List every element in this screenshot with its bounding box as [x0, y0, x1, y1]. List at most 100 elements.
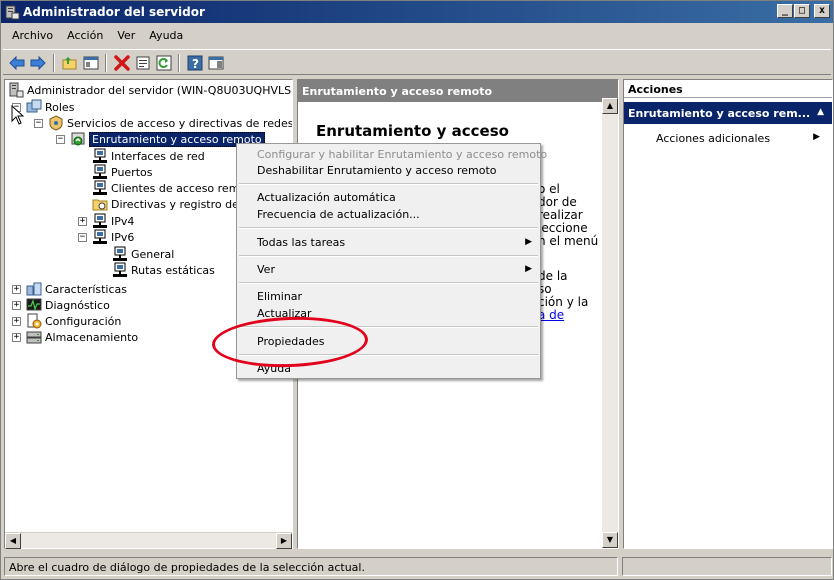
actions-more[interactable]: Acciones adicionales	[656, 132, 770, 145]
collapse-toggle[interactable]: −	[34, 119, 43, 128]
tree-label: Puertos	[111, 165, 153, 179]
expand-toggle[interactable]: +	[12, 333, 21, 342]
tree-label: Configuración	[45, 314, 122, 328]
tree-label: Roles	[45, 100, 75, 114]
ctx-disable[interactable]: Deshabilitar Enrutamiento y acceso remot…	[257, 162, 497, 179]
console-tree-icon	[83, 56, 99, 70]
tree-item-static-routes[interactable]: Rutas estáticas	[112, 262, 215, 278]
tree-label: Interfaces de red	[111, 149, 205, 163]
tree-label: Características	[45, 282, 128, 296]
delete-x-icon	[114, 55, 130, 71]
tree-item-ports[interactable]: Puertos	[92, 164, 152, 180]
ctx-update-frequency[interactable]: Frecuencia de actualización...	[257, 206, 420, 223]
scroll-down-button[interactable]: ▼	[602, 532, 618, 548]
tree-item-interfaces[interactable]: Interfaces de red	[92, 148, 205, 164]
refresh-icon	[156, 55, 172, 71]
tree-item-diagnostics[interactable]: Diagnóstico	[26, 297, 110, 313]
help-link[interactable]: a de	[538, 308, 564, 322]
expand-toggle[interactable]: +	[12, 285, 21, 294]
tree-item-policies[interactable]: Directivas y registro de a	[92, 196, 249, 212]
tree-label: Rutas estáticas	[131, 263, 215, 277]
tree-label: Diagnóstico	[45, 298, 110, 312]
expand-toggle[interactable]: +	[12, 317, 21, 326]
toolbar-separator	[178, 54, 180, 72]
description-fragment: leccione	[538, 221, 588, 235]
scroll-left-button[interactable]: ◀	[5, 533, 21, 549]
tree-item-nps-services[interactable]: Servicios de acceso y directivas de rede…	[48, 115, 292, 131]
server-icon	[9, 82, 24, 98]
results-vertical-scrollbar[interactable]: ▲ ▼	[602, 98, 618, 548]
actions-section-label: Enrutamiento y acceso rem...	[628, 107, 811, 120]
ports-icon	[93, 164, 107, 179]
static-routes-icon	[113, 262, 127, 277]
menu-ayuda[interactable]: Ayuda	[142, 27, 190, 45]
tree-item-storage[interactable]: Almacenamiento	[26, 329, 138, 345]
description-fragment: dor de	[538, 195, 577, 209]
menu-separator	[239, 227, 538, 229]
back-arrow-icon	[9, 56, 25, 70]
delete-button[interactable]	[112, 53, 132, 73]
tree-label: IPv6	[111, 230, 135, 244]
tree-item-features[interactable]: Características	[26, 281, 127, 297]
collapse-toggle[interactable]: −	[78, 233, 87, 242]
tree-item-ipv4[interactable]: IPv4	[92, 213, 134, 229]
description-fragment: de la	[538, 269, 568, 283]
expand-toggle[interactable]: +	[12, 301, 21, 310]
properties-toolbar-button[interactable]	[133, 53, 153, 73]
collapse-up-icon[interactable]: ▲	[817, 107, 824, 117]
description-fragment: realizar	[538, 208, 583, 222]
tree-item-roles[interactable]: Roles	[26, 99, 74, 115]
collapse-toggle[interactable]: −	[56, 135, 65, 144]
help-button[interactable]: ?	[185, 53, 205, 73]
submenu-arrow-icon: ▶	[813, 132, 820, 142]
ctx-refresh[interactable]: Actualizar	[257, 305, 312, 322]
menu-accion[interactable]: Acción	[60, 27, 110, 45]
svg-text:?: ?	[192, 57, 199, 71]
menu-separator	[239, 326, 538, 328]
network-interface-icon	[93, 148, 107, 163]
menu-ver[interactable]: Ver	[110, 27, 142, 45]
toolbar-separator	[105, 54, 107, 72]
description-fragment: o el	[538, 182, 560, 196]
action-pane-button[interactable]	[206, 53, 226, 73]
tree-item-configuration[interactable]: Configuración	[26, 313, 121, 329]
close-button[interactable]: x	[814, 4, 830, 18]
menu-separator	[239, 354, 538, 356]
tree-label: Clientes de acceso remot	[111, 181, 251, 195]
ctx-properties[interactable]: Propiedades	[257, 333, 324, 350]
tree-label: Almacenamiento	[45, 330, 139, 344]
show-tree-button[interactable]	[81, 53, 101, 73]
minimize-button[interactable]: _	[777, 4, 793, 18]
ctx-auto-update[interactable]: Actualización automática	[257, 189, 396, 206]
tree-label: Administrador del servidor (WIN-Q8U03UQH…	[27, 83, 292, 97]
routing-icon	[71, 132, 85, 146]
actions-section-rras[interactable]: Enrutamiento y acceso rem... ▲	[624, 102, 832, 124]
refresh-button[interactable]	[154, 53, 174, 73]
tree-item-remote-clients[interactable]: Clientes de acceso remot	[92, 180, 250, 196]
ctx-delete[interactable]: Eliminar	[257, 288, 302, 305]
tree-item-ipv6[interactable]: IPv6	[92, 229, 134, 245]
forward-button[interactable]	[28, 53, 48, 73]
tree-horizontal-scrollbar[interactable]: ◀ ▶	[5, 532, 292, 549]
expand-toggle[interactable]: +	[78, 217, 87, 226]
scroll-up-button[interactable]: ▲	[602, 98, 618, 114]
scroll-right-button[interactable]: ▶	[276, 533, 292, 549]
maximize-button[interactable]: □	[794, 4, 810, 18]
title-bar[interactable]: Administrador del servidor _ □ x	[1, 1, 833, 23]
ipv4-icon	[93, 213, 107, 228]
tree-item-server-manager[interactable]: Administrador del servidor (WIN-Q8U03UQH…	[8, 82, 292, 98]
ipv6-icon	[93, 229, 107, 244]
diagnostics-icon	[26, 298, 42, 311]
tree-item-general[interactable]: General	[112, 246, 174, 262]
ctx-help[interactable]: Ayuda	[257, 360, 291, 377]
server-manager-window: Administrador del servidor _ □ x Archivo…	[0, 0, 834, 580]
up-level-button[interactable]	[60, 53, 80, 73]
toolbar: ?	[3, 49, 831, 75]
ctx-all-tasks[interactable]: Todas las tareas	[257, 234, 345, 251]
ctx-view[interactable]: Ver	[257, 261, 275, 278]
actions-header: Acciones	[624, 80, 832, 98]
submenu-arrow-icon: ▶	[525, 237, 532, 247]
back-button[interactable]	[7, 53, 27, 73]
menu-archivo[interactable]: Archivo	[5, 27, 60, 45]
properties-icon	[136, 56, 150, 70]
